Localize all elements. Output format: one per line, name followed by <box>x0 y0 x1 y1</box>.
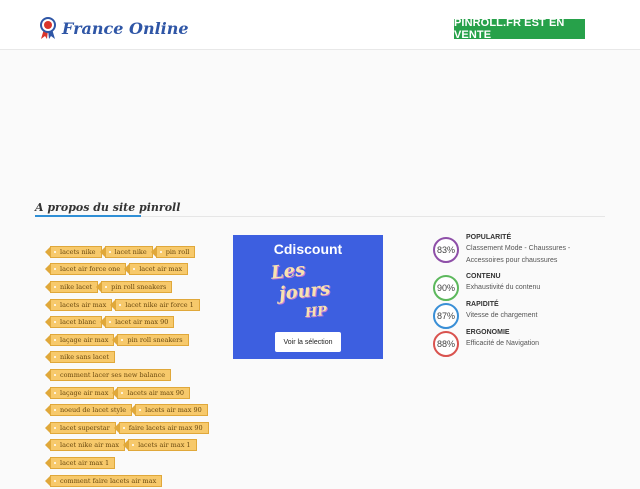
keyword-tag[interactable]: pin roll sneakers <box>112 333 189 346</box>
ergonomics-gauge: 88% <box>433 331 459 357</box>
stat-title: POPULARITÉ <box>466 234 512 241</box>
tag-row: lacets air max lacet nike air force 1 <box>44 296 200 314</box>
stat-title: RAPIDITÉ <box>466 301 499 308</box>
keyword-tag[interactable]: nike sans lacet <box>45 351 115 364</box>
keyword-tag[interactable]: lacet nike <box>99 245 153 258</box>
tag-row: lacet superstar faire lacets air max 90 <box>45 419 209 437</box>
tag-row: nike lacet pin roll sneakers <box>44 278 200 296</box>
keyword-tag[interactable]: lacet nike air force 1 <box>110 298 200 311</box>
tag-row: lacet nike air max lacets air max 1 <box>44 437 200 455</box>
keyword-tag[interactable]: lacet superstar <box>45 421 116 434</box>
keyword-tag[interactable]: nike lacet <box>44 280 99 293</box>
stat-description: Vitesse de chargement <box>466 312 538 319</box>
keyword-tag[interactable]: laçage air max <box>44 333 115 346</box>
ad-brand: Cdiscount <box>273 241 343 257</box>
domain-for-sale-button[interactable]: PINROLL.FR EST EN VENTE <box>454 17 585 41</box>
content-gauge: 90% <box>433 275 459 301</box>
speed-gauge: 87% <box>433 303 459 329</box>
site-header: France Online PINROLL.FR EST EN VENTE <box>0 0 640 50</box>
site-logo[interactable]: France Online <box>38 16 189 40</box>
popularity-gauge: 83% <box>433 237 459 263</box>
keyword-tag[interactable]: lacet air max <box>124 263 189 276</box>
section-title: A propos du site pinroll <box>35 201 181 214</box>
stat-title: ERGONOMIE <box>466 329 510 336</box>
keyword-tag[interactable]: faire lacets air max 90 <box>113 421 209 434</box>
ad-cta-button[interactable]: Voir la sélection <box>275 332 341 352</box>
tag-cloud: lacets nike lacet nike pin roll lacet air f… <box>44 243 209 489</box>
keyword-tag[interactable]: lacet air max 90 <box>100 316 175 329</box>
keyword-tag[interactable]: pin roll <box>150 245 196 258</box>
keyword-tag[interactable]: laçage air max <box>44 386 115 399</box>
keyword-tag[interactable]: lacet blanc <box>44 316 103 329</box>
keyword-tag[interactable]: lacets air max 90 <box>130 404 208 417</box>
tag-row: laçage air max lacets air max 90 <box>44 384 200 402</box>
tag-row: lacet air force one lacet air max <box>44 261 200 279</box>
stat-description: Classement Mode - Chaussures - Accessoir… <box>466 245 571 264</box>
keyword-tag[interactable]: pin roll sneakers <box>96 280 173 293</box>
keyword-tag[interactable]: lacets air max <box>44 298 113 311</box>
section-divider-accent <box>35 215 141 217</box>
stat-title: CONTENU <box>466 273 501 280</box>
keyword-tag[interactable]: lacets nike <box>45 245 102 258</box>
ad-headline-line-2: jours <box>278 278 332 305</box>
stat-description: Efficacité de Navigation <box>466 340 540 347</box>
logo-text: France Online <box>62 18 189 38</box>
keyword-tag[interactable]: lacet nike air max <box>44 439 126 452</box>
keyword-tag[interactable]: comment faire lacets air max <box>44 474 163 487</box>
ad-headline-line-3: HP <box>304 303 328 322</box>
keyword-tag[interactable]: lacets air max 90 <box>112 386 191 399</box>
keyword-tag[interactable]: comment lacer ses new balance <box>44 368 172 381</box>
keyword-tag[interactable]: lacet air force one <box>44 263 127 276</box>
tag-row: lacet blanc lacet air max 90 <box>44 313 200 331</box>
ad-headline-line-1: Les <box>269 259 307 284</box>
tag-row: lacet air max 1 <box>44 454 200 472</box>
tag-row: laçage air max pin roll sneakers <box>44 331 200 349</box>
tag-row: nike sans lacet <box>45 349 200 367</box>
rosette-icon <box>38 16 58 40</box>
advertisement-banner[interactable]: Cdiscount Les jours HP Voir la sélection <box>233 235 383 359</box>
keyword-tag[interactable]: noeud de lacet style <box>44 404 133 417</box>
stat-description: Exhaustivité du contenu <box>466 284 541 291</box>
keyword-tag[interactable]: lacet air max 1 <box>44 456 116 469</box>
tag-row: noeud de lacet style lacets air max 90 <box>44 401 208 419</box>
tag-row: comment lacer ses new balance <box>44 366 200 384</box>
keyword-tag[interactable]: lacets air max 1 <box>123 439 197 452</box>
tag-row: comment faire lacets air max <box>44 472 200 489</box>
tag-row: lacets nike lacet nike pin roll <box>45 243 200 261</box>
